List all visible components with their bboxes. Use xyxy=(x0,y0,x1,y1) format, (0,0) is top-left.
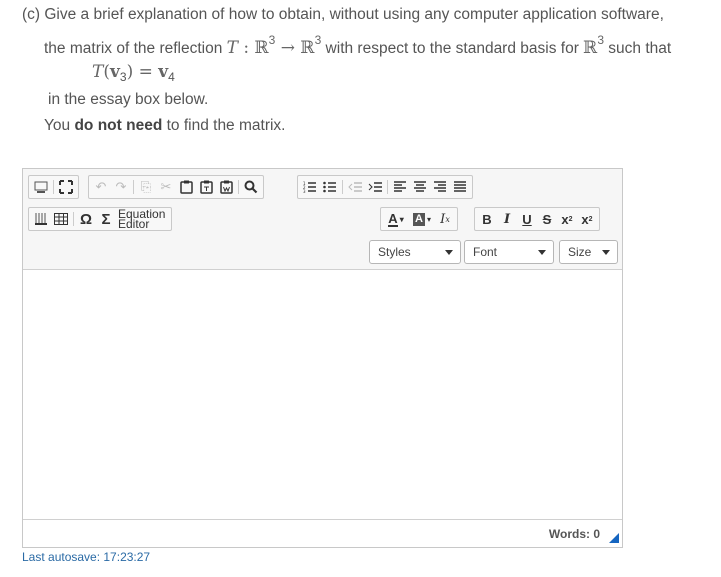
numbered-list-icon[interactable]: 123 xyxy=(300,177,320,197)
equation-t-v3-v4: T(v3) = v4 xyxy=(92,62,175,84)
text-color-icon[interactable]: A ▾ xyxy=(383,209,409,229)
question-line-2: the matrix of the reflection T : ℝ3 → ℝ3… xyxy=(44,33,672,58)
remove-format-icon[interactable]: Ix xyxy=(435,209,455,229)
align-center-icon[interactable] xyxy=(410,177,430,197)
undo-icon[interactable]: ↶ xyxy=(91,177,111,197)
essay-editor: ↶ ↷ ⎘ ✂ 1 2 3 Ω Σ Equation Editor A ▾ A … xyxy=(22,168,623,548)
special-character-icon[interactable]: Ω xyxy=(76,209,96,229)
equation-editor-button[interactable]: Equation Editor xyxy=(116,208,167,230)
toolbar-group-colors: A ▾ A ▾ Ix xyxy=(380,207,458,231)
editor-toolbar: ↶ ↷ ⎘ ✂ 1 2 3 Ω Σ Equation Editor A ▾ A … xyxy=(23,169,622,270)
editor-status-bar: Words: 0 xyxy=(23,519,622,547)
strikethrough-button[interactable]: S xyxy=(537,209,557,229)
essay-text-area[interactable] xyxy=(23,270,622,520)
toolbar-group-clipboard: ↶ ↷ ⎘ ✂ xyxy=(88,175,264,199)
toolbar-group-paragraph: 123 xyxy=(297,175,473,199)
question-line-5: You do not need to find the matrix. xyxy=(44,117,286,134)
chevron-down-icon xyxy=(445,250,453,255)
bulleted-list-icon[interactable] xyxy=(320,177,340,197)
background-color-icon[interactable]: A ▾ xyxy=(409,209,435,229)
toolbar-group-basicstyles: B I U S x2 x2 xyxy=(474,207,600,231)
horizontal-line-icon[interactable] xyxy=(31,209,51,229)
subscript-icon[interactable]: x2 xyxy=(557,209,577,229)
align-right-icon[interactable] xyxy=(430,177,450,197)
chevron-down-icon xyxy=(538,250,546,255)
chevron-down-icon xyxy=(602,250,610,255)
cut-icon[interactable]: ✂ xyxy=(156,177,176,197)
superscript-icon[interactable]: x2 xyxy=(577,209,597,229)
paste-icon[interactable] xyxy=(176,177,196,197)
show-blocks-icon[interactable] xyxy=(31,177,51,197)
size-dropdown[interactable]: Size xyxy=(559,240,618,264)
toolbar-group-view xyxy=(28,175,79,199)
align-left-icon[interactable] xyxy=(390,177,410,197)
paste-text-icon[interactable] xyxy=(196,177,216,197)
increase-indent-icon[interactable] xyxy=(365,177,385,197)
word-count: Words: 0 xyxy=(548,527,600,541)
find-icon[interactable] xyxy=(241,177,261,197)
equation-sigma-icon[interactable]: Σ xyxy=(96,209,116,229)
question-line-4: in the essay box below. xyxy=(48,91,209,108)
paste-word-icon[interactable] xyxy=(216,177,236,197)
table-icon[interactable] xyxy=(51,209,71,229)
decrease-indent-icon[interactable] xyxy=(345,177,365,197)
bold-button[interactable]: B xyxy=(477,209,497,229)
align-justify-icon[interactable] xyxy=(450,177,470,197)
question-line-1: (c) Give a brief explanation of how to o… xyxy=(22,6,664,23)
svg-text:3: 3 xyxy=(303,189,306,193)
copy-icon[interactable]: ⎘ xyxy=(136,177,156,197)
maximize-icon[interactable] xyxy=(56,177,76,197)
styles-dropdown[interactable]: Styles xyxy=(369,240,461,264)
font-dropdown[interactable]: Font xyxy=(464,240,554,264)
autosave-status: Last autosave: 17:23:27 xyxy=(22,550,151,564)
toolbar-group-insert: Ω Σ Equation Editor xyxy=(28,207,173,231)
resize-handle-icon[interactable] xyxy=(609,533,619,543)
redo-icon[interactable]: ↷ xyxy=(111,177,131,197)
italic-button[interactable]: I xyxy=(497,209,517,229)
underline-button[interactable]: U xyxy=(517,209,537,229)
